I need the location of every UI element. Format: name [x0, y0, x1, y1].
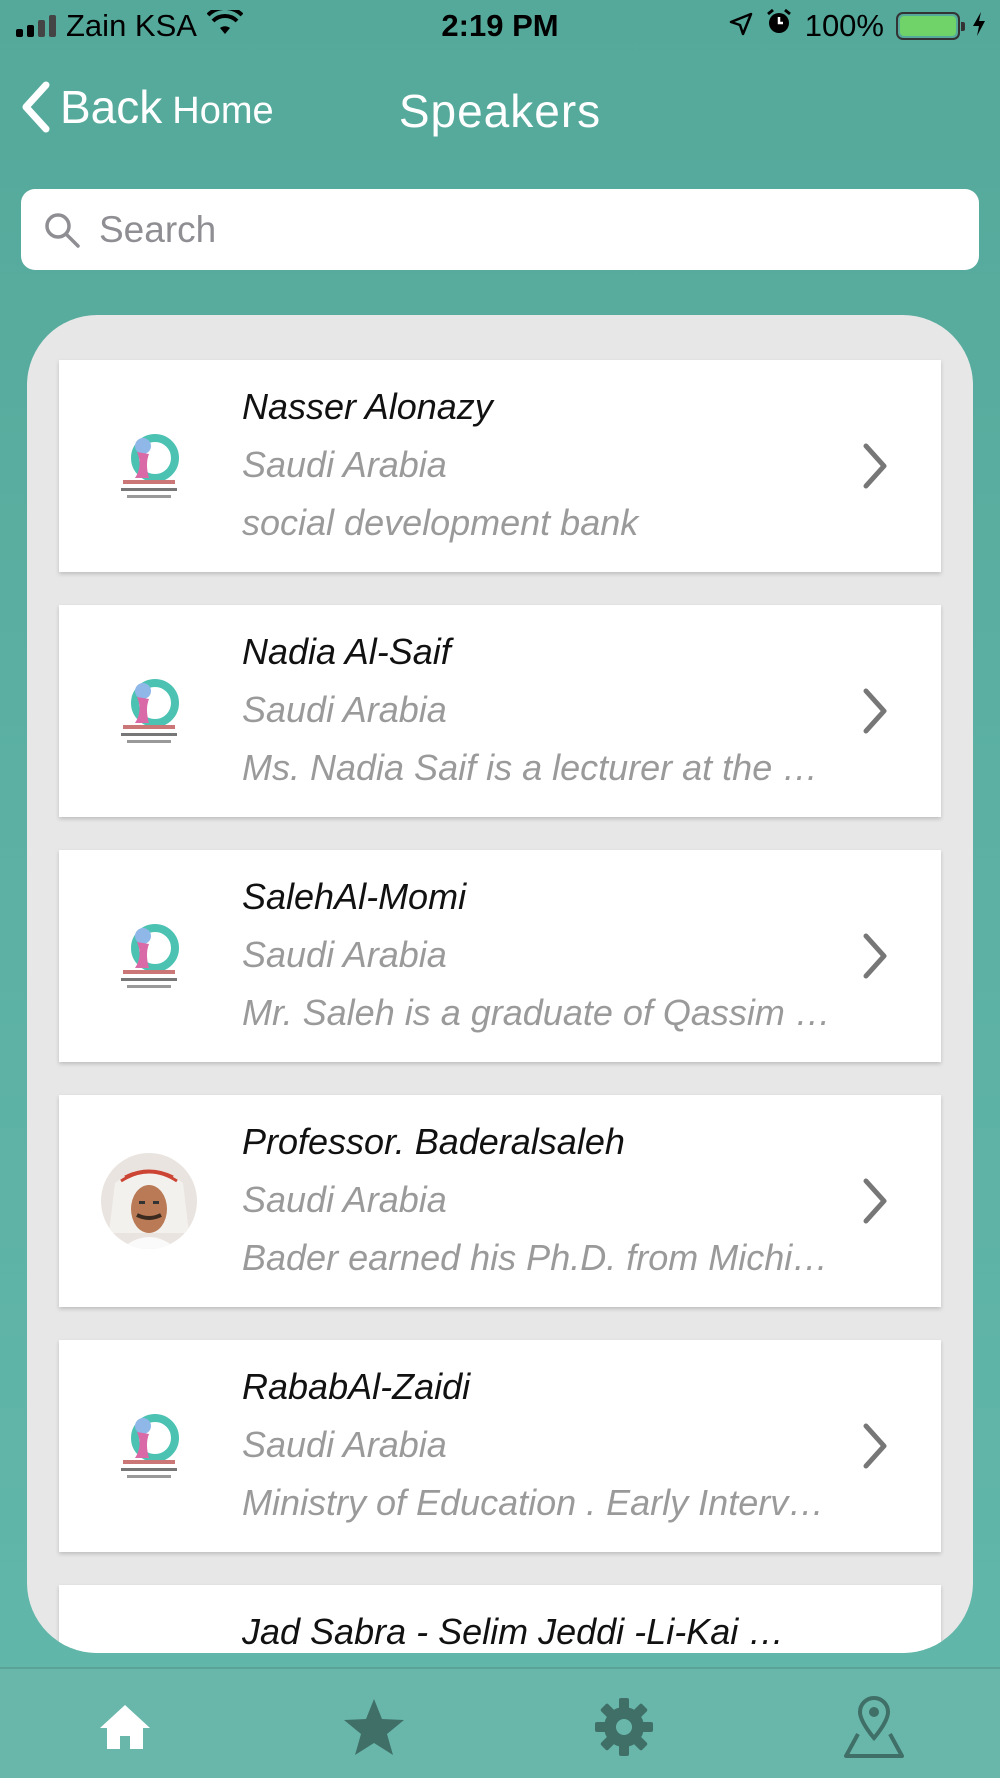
tab-home[interactable] — [85, 1695, 165, 1759]
battery-icon — [896, 12, 965, 40]
speaker-photo — [101, 1153, 197, 1249]
speaker-card[interactable]: Professor. Baderalsaleh Saudi Arabia Bad… — [59, 1095, 941, 1307]
star-icon — [344, 1699, 404, 1755]
status-right: 100% — [729, 8, 986, 44]
tab-map[interactable] — [834, 1695, 914, 1759]
speaker-list[interactable]: Nasser Alonazy Saudi Arabia social devel… — [27, 315, 973, 1653]
speaker-name: SalehAl-Momi — [242, 876, 467, 917]
search-bar[interactable] — [21, 189, 979, 270]
chevron-right-icon — [863, 688, 887, 734]
location-arrow-icon — [729, 8, 753, 44]
speaker-bio: social development bank — [242, 502, 639, 543]
chevron-right-icon — [863, 1423, 887, 1469]
conference-logo — [101, 908, 197, 1004]
speaker-country: Saudi Arabia — [242, 444, 447, 485]
speaker-name: Jad Sabra - Selim Jeddi -Li-Kai … — [242, 1611, 785, 1652]
speaker-country: Saudi Arabia — [242, 934, 447, 975]
speaker-bio: Bader earned his Ph.D. from Michi… — [242, 1237, 829, 1278]
map-pin-icon — [844, 1695, 904, 1758]
tab-favorites[interactable] — [334, 1695, 414, 1759]
speaker-name: Nasser Alonazy — [242, 386, 493, 427]
conference-logo — [101, 418, 197, 514]
battery-percent: 100% — [804, 8, 884, 43]
speaker-card[interactable]: SalehAl-Momi Saudi Arabia Mr. Saleh is a… — [59, 850, 941, 1062]
page-title: Speakers — [398, 85, 602, 137]
speaker-country: Saudi Arabia — [242, 1424, 447, 1465]
chevron-right-icon — [863, 443, 887, 489]
speaker-country: Saudi Arabia — [242, 689, 447, 730]
home-icon — [100, 1705, 150, 1749]
speaker-name: Nadia Al-Saif — [242, 631, 451, 672]
speaker-name: RababAl-Zaidi — [242, 1366, 471, 1407]
speaker-name: Professor. Baderalsaleh — [242, 1121, 625, 1162]
speaker-country: Saudi Arabia — [242, 1179, 447, 1220]
speaker-bio: Ministry of Education . Early Interv… — [242, 1482, 825, 1523]
navigation-bar: Back Home Speakers — [0, 60, 1000, 160]
speaker-card[interactable]: Nadia Al-Saif Saudi Arabia Ms. Nadia Sai… — [59, 605, 941, 817]
status-bar: Zain KSA 2:19 PM 100% — [0, 0, 1000, 56]
speaker-card[interactable]: Nasser Alonazy Saudi Arabia social devel… — [59, 360, 941, 572]
tab-bar — [0, 1667, 1000, 1778]
chevron-right-icon — [863, 933, 887, 979]
charging-icon — [972, 8, 986, 44]
tab-settings[interactable] — [584, 1695, 664, 1759]
speaker-card[interactable]: RababAl-Zaidi Saudi Arabia Ministry of E… — [59, 1340, 941, 1552]
speaker-bio: Mr. Saleh is a graduate of Qassim … — [242, 992, 831, 1033]
search-icon — [45, 212, 80, 248]
chevron-right-icon — [863, 1178, 887, 1224]
search-input[interactable] — [99, 208, 899, 251]
gear-icon — [595, 1698, 653, 1756]
speaker-card[interactable]: Jad Sabra - Selim Jeddi -Li-Kai … — [59, 1585, 941, 1653]
alarm-icon — [765, 8, 793, 44]
speaker-bio: Ms. Nadia Saif is a lecturer at the E… — [242, 747, 832, 788]
conference-logo — [101, 663, 197, 759]
conference-logo — [101, 1398, 197, 1494]
